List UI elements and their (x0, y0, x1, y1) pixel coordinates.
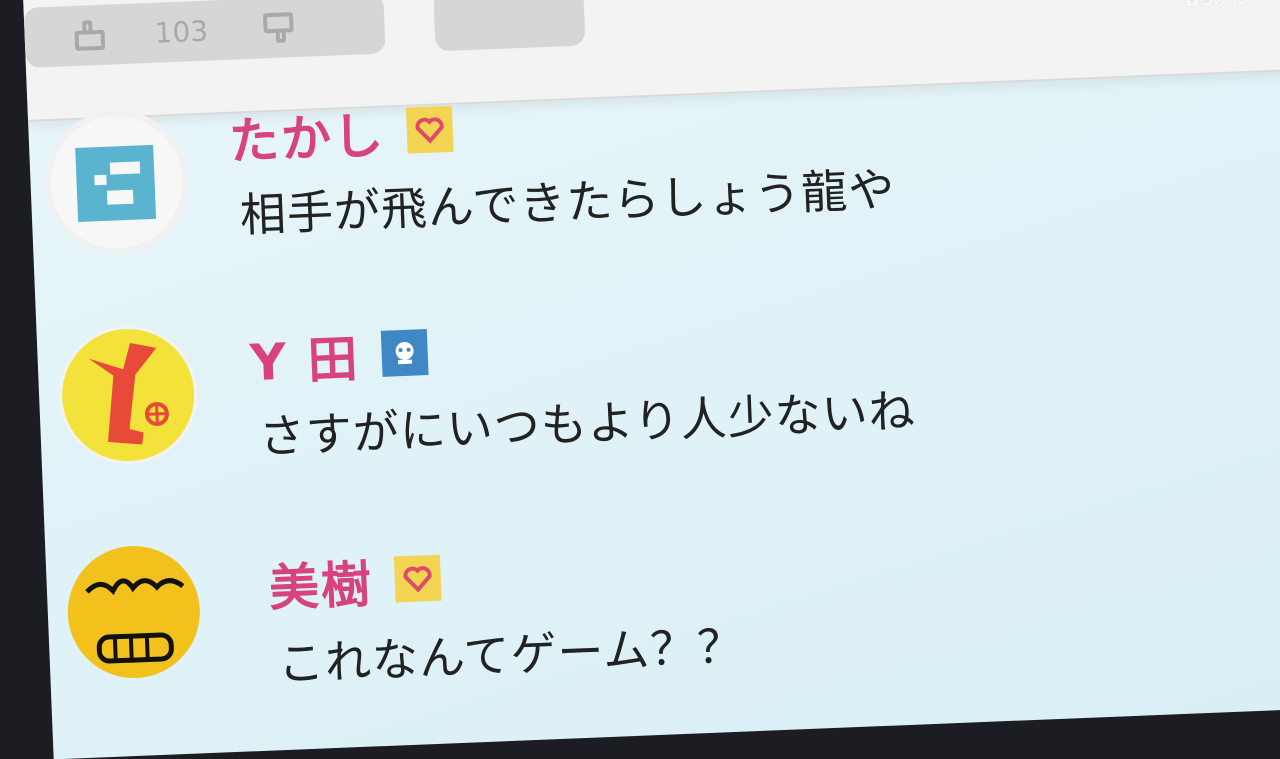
yellow-face-avatar-icon (85, 578, 185, 664)
commenter-name: 美樹 (267, 555, 375, 618)
vote-count: 103 (153, 14, 209, 50)
comment-screen: 103 BSテレ たかし 相手が飛んできたらしょう龍や (22, 0, 1280, 759)
secondary-pill[interactable] (433, 0, 586, 52)
vote-pill: 103 (23, 0, 386, 68)
comment-text: これなんてゲーム？？ (276, 618, 746, 692)
number-6-avatar-icon (75, 144, 157, 222)
heart-badge-icon (405, 105, 454, 154)
avatar (65, 543, 203, 681)
red-figure-avatar-icon (88, 342, 169, 445)
avatar (56, 323, 200, 467)
thumbs-up-icon[interactable] (74, 20, 106, 51)
broadcast-watermark: BSテレ (1184, 0, 1255, 12)
avatar (48, 113, 186, 251)
vote-bar: 103 BSテレ (22, 0, 1280, 122)
face-badge-icon (380, 329, 429, 377)
thumbs-down-icon[interactable] (263, 12, 295, 43)
commenter-name: Y 田 (248, 329, 361, 393)
heart-badge-icon (393, 554, 442, 603)
commenter-name: たかし (227, 106, 387, 171)
